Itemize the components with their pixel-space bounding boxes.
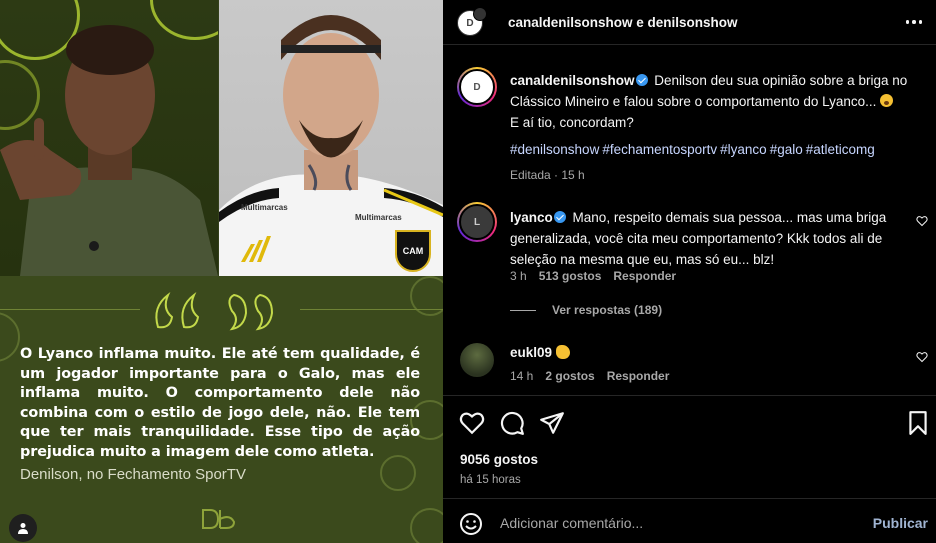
comment-likes[interactable]: 2 gostos <box>545 369 594 383</box>
hashtag-link[interactable]: #galo <box>770 142 803 157</box>
posted-time[interactable]: há 15 horas <box>460 474 521 486</box>
shirt-sponsor-left: Multimarcas <box>241 203 288 212</box>
caption-avatar[interactable]: D <box>457 67 497 107</box>
caption: canaldenilsonshow Denilson deu sua opini… <box>510 70 915 133</box>
shirt-sponsor-right: Multimarcas <box>355 213 402 222</box>
caption-meta: Editada · 15 h <box>510 168 585 182</box>
verified-badge-icon <box>553 211 566 223</box>
quote-text: O Lyanco inflama muito. Ele até tem qual… <box>20 346 420 460</box>
caption-username[interactable]: canaldenilsonshow <box>510 73 635 88</box>
comment-icon[interactable] <box>499 410 525 436</box>
post-header: D canaldenilsonshow e denilsonshow <box>443 0 936 45</box>
reply-button[interactable]: Responder <box>607 369 670 383</box>
astonished-face-emoji-icon <box>880 94 894 107</box>
player-photo: Multimarcas Multimarcas CAM <box>219 0 443 276</box>
quote-author: Denilson, no Fechamento SporTV <box>20 466 246 483</box>
user-icon <box>18 523 28 534</box>
presenter-photo <box>0 0 218 276</box>
comment-avatar[interactable] <box>460 343 494 377</box>
comment: eukl09 <box>510 342 900 363</box>
caption-text-2: E aí tio, concordam? <box>510 115 634 130</box>
hashtag-link[interactable]: #denilsonshow <box>510 142 599 157</box>
like-comment-heart-icon[interactable] <box>916 215 928 227</box>
crest-text: CAM <box>402 246 424 256</box>
comment-text: Mano, respeito demais sua pessoa... mas … <box>510 210 887 267</box>
verified-badge-icon <box>635 74 648 86</box>
comment-username[interactable]: lyanco <box>510 210 553 225</box>
likes-count[interactable]: 9056 gostos <box>460 452 538 467</box>
comment: lyanco Mano, respeito demais sua pessoa.… <box>510 207 900 270</box>
user-tag-button[interactable] <box>9 514 37 542</box>
caption-hashtags: #denilsonshow #fechamentosportv #lyanco #ga… <box>510 142 878 157</box>
denilson-show-logo-icon <box>202 509 236 529</box>
view-replies-button[interactable]: Ver respostas (189) <box>510 303 662 317</box>
comment-avatar[interactable]: L <box>457 202 497 242</box>
header-title[interactable]: canaldenilsonshow e denilsonshow <box>508 15 738 30</box>
like-comment-heart-icon[interactable] <box>916 351 928 363</box>
comment-input[interactable]: Adicionar comentário... <box>500 515 643 531</box>
header-avatar-secondary[interactable] <box>473 7 487 21</box>
like-heart-icon[interactable] <box>459 410 485 436</box>
quote-marks-icon <box>155 291 274 331</box>
more-horizontal-icon <box>905 20 910 24</box>
comment-time[interactable]: 14 h <box>510 369 533 383</box>
comment-username[interactable]: eukl09 <box>510 345 552 360</box>
hashtag-link[interactable]: #lyanco <box>720 142 767 157</box>
quote-divider-right <box>300 309 443 310</box>
view-replies-label: Ver respostas (189) <box>552 303 663 317</box>
post-image[interactable]: Multimarcas Multimarcas CAM O Lyanco inf… <box>0 0 443 543</box>
edited-label: Editada <box>510 168 551 182</box>
comment-meta: 3 h 513 gostos Responder <box>510 269 676 283</box>
post-actions: 9056 gostos há 15 horas Adicionar coment… <box>443 395 936 535</box>
hashtag-link[interactable]: #atleticomg <box>806 142 875 157</box>
quote-divider-left <box>0 309 140 310</box>
clapping-hands-emoji-icon <box>555 345 570 359</box>
share-icon[interactable] <box>539 410 565 436</box>
replies-divider <box>510 309 536 311</box>
caption-time[interactable]: 15 h <box>561 168 584 182</box>
comment-likes[interactable]: 513 gostos <box>539 269 602 283</box>
reply-button[interactable]: Responder <box>613 269 676 283</box>
post-side-panel: D canaldenilsonshow e denilsonshow D can… <box>443 0 936 543</box>
deco-circle <box>410 508 443 543</box>
hashtag-link[interactable]: #fechamentosportv <box>602 142 717 157</box>
deco-circle <box>410 276 443 316</box>
add-comment-bar: Adicionar comentário... Publicar <box>443 498 936 543</box>
comment-meta: 14 h 2 gostos Responder <box>510 369 669 383</box>
emoji-picker-icon[interactable] <box>459 512 483 536</box>
bookmark-icon[interactable] <box>905 410 931 436</box>
club-crest: CAM <box>395 230 431 272</box>
comment-time[interactable]: 3 h <box>510 269 527 283</box>
publish-button[interactable]: Publicar <box>873 515 928 531</box>
more-options-button[interactable] <box>904 13 924 31</box>
